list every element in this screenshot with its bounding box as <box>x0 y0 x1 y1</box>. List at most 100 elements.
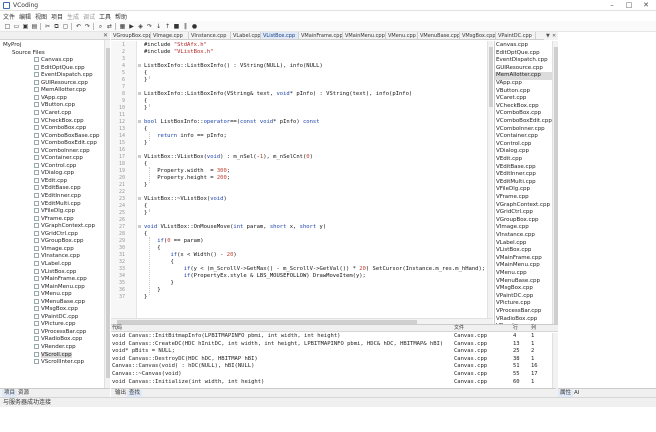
fold-marker-icon[interactable]: ⊟ <box>137 225 142 230</box>
find-icon[interactable]: ⌕ <box>97 23 104 30</box>
tab-vmainframe-cpp[interactable]: VMainFrame.cpp <box>299 32 343 39</box>
tree-file-item[interactable]: VFrame.cpp <box>34 215 74 224</box>
open-file-item[interactable]: VButton.cpp <box>495 88 552 96</box>
open-file-item[interactable]: VMenu.cpp <box>495 270 552 278</box>
run-icon[interactable]: ▶ <box>128 23 135 30</box>
tree-file-item[interactable]: VEditInner.cpp <box>34 193 81 201</box>
tab-vmainmenu-cpp[interactable]: VMainMenu.cpp <box>343 32 386 39</box>
open-file-item[interactable]: VMainMenu.cpp <box>495 262 552 270</box>
find-results-scrollbar[interactable] <box>552 333 558 389</box>
open-file-item[interactable]: VMainFrame.cpp <box>495 255 552 263</box>
tree-file-item[interactable]: VScrollInter.cpp <box>34 359 84 367</box>
right-tab-2[interactable]: AI <box>572 390 581 397</box>
tab-list-icon[interactable]: ▼ <box>546 32 550 40</box>
menu-item-4[interactable]: 项目 <box>51 12 63 21</box>
tree-file-item[interactable]: VListBox.cpp <box>34 268 76 277</box>
step-out-icon[interactable]: ↑ <box>164 23 171 30</box>
undo-icon[interactable]: ↶ <box>75 23 82 30</box>
fold-marker-icon[interactable]: ⊟ <box>137 92 142 97</box>
tab-vpaintdc-cpp[interactable]: VPaintDC.cpp <box>496 32 536 39</box>
open-file-item[interactable]: VFileDlg.cpp <box>495 186 552 194</box>
find-column-header[interactable]: 行 <box>513 325 518 332</box>
tree-file-item[interactable]: VEdit.cpp <box>34 177 67 186</box>
open-file-item[interactable]: VEditMulti.cpp <box>495 179 552 187</box>
right-tab-1[interactable]: 属性 <box>558 390 574 397</box>
open-file-item[interactable]: Canvas.cpp <box>495 42 552 50</box>
tree-file-item[interactable]: VRadioBox.cpp <box>34 336 82 344</box>
close-button[interactable]: ✕ <box>638 0 654 11</box>
find-result-row[interactable]: void Canvas::InitBitmapInfo(LPBITMAPINFO… <box>111 333 558 340</box>
tree-file-item[interactable]: VComboInner.cpp <box>34 147 90 156</box>
open-file-item[interactable]: VContainer.cpp <box>495 133 552 141</box>
tab-vlabel-cpp[interactable]: VLabel.cpp <box>231 32 261 39</box>
tree-file-item[interactable]: VGridCtrl.cpp <box>34 230 78 239</box>
menu-item-8[interactable]: 帮助 <box>115 12 127 21</box>
menu-item-3[interactable]: 视图 <box>35 12 47 21</box>
tree-file-item[interactable]: VGroupBox.cpp <box>34 238 84 246</box>
tree-file-item[interactable]: VMenu.cpp <box>34 291 72 299</box>
debug-icon[interactable]: ◈ <box>137 23 144 30</box>
open-file-item[interactable]: VControl.cpp <box>495 141 552 149</box>
close-icon[interactable]: ✕ <box>103 32 108 40</box>
find-result-row[interactable]: void* pBits = NULL; Canvas.cpp 25 2 <box>111 348 558 355</box>
tree-file-item[interactable]: VComboBoxEdit.cpp <box>34 140 97 148</box>
open-file-item[interactable]: VImage.cpp <box>495 224 552 232</box>
open-file-item[interactable]: VDialog.cpp <box>495 148 552 156</box>
tree-file-item[interactable]: VInstance.cpp <box>34 253 80 261</box>
left-tab-2[interactable]: 资源 <box>16 390 31 397</box>
tree-file-item[interactable]: VCheckBox.cpp <box>34 117 84 126</box>
maximize-button[interactable]: □ <box>621 0 637 11</box>
open-file-item[interactable]: VLabel.cpp <box>495 240 552 248</box>
open-folder-icon[interactable]: ▭ <box>13 23 20 30</box>
scrollbar-thumb[interactable] <box>106 48 110 378</box>
tree-folder[interactable]: Source Files <box>12 50 45 58</box>
tree-file-item[interactable]: VProcessBar.cpp <box>34 328 86 337</box>
open-file-item[interactable]: VInstance.cpp <box>495 232 552 240</box>
step-into-icon[interactable]: ↓ <box>155 23 162 30</box>
find-result-row[interactable]: void Canvas::DestroyDC(HDC hDC, HBITMAP … <box>111 356 558 363</box>
fold-marker-icon[interactable]: ⊟ <box>137 155 142 160</box>
tree-file-item[interactable]: VComboBoxBase.cpp <box>34 132 100 141</box>
tree-file-item[interactable]: VApp.cpp <box>34 94 67 103</box>
fold-marker-icon[interactable]: ⊟ <box>137 197 142 202</box>
tree-root[interactable]: MyProj <box>3 42 21 50</box>
minimize-button[interactable]: – <box>604 0 620 11</box>
find-result-row[interactable]: Canvas::Canvas(void) : hDC(NULL), hBI(NU… <box>111 363 558 370</box>
open-file-item[interactable]: VEdit.cpp <box>495 156 552 164</box>
open-file-item[interactable]: VComboBox.cpp <box>495 110 552 118</box>
tree-file-item[interactable]: VComboBox.cpp <box>34 125 86 133</box>
scrollbar-thumb[interactable] <box>489 47 493 107</box>
open-file-item[interactable]: VMsgBox.cpp <box>495 285 552 293</box>
bottom-tab-2[interactable]: 查找 <box>127 390 143 397</box>
code-editor[interactable]: 1 2 3 4 5 6 7 8 9 10 11 12 13 14 15 16 17 18 19 20 21 22 23 24 2… <box>111 41 493 318</box>
open-file-item[interactable]: VRadioBox.cpp <box>495 316 552 324</box>
stop-icon[interactable]: ■ <box>173 23 180 30</box>
fold-marker-icon[interactable]: ⊟ <box>137 120 142 125</box>
tree-file-item[interactable]: Canvas.cpp <box>34 57 73 65</box>
paste-icon[interactable]: ▢ <box>62 23 69 30</box>
tree-file-item[interactable]: VFileDlg.cpp <box>34 208 75 216</box>
tab-vimage-cpp[interactable]: VImage.cpp <box>151 32 189 39</box>
menu-item-2[interactable]: 编辑 <box>19 12 31 21</box>
find-result-row[interactable]: Canvas::~Canvas(void) Canvas.cpp 55 17 <box>111 371 558 378</box>
tree-file-item[interactable]: VMenuBase.cpp <box>34 298 85 307</box>
open-file-item[interactable]: VGroupBox.cpp <box>495 217 552 225</box>
save-icon[interactable]: ▣ <box>22 23 29 30</box>
fold-marker-icon[interactable]: ⊟ <box>137 64 142 69</box>
tab-vmsgbox-cpp[interactable]: VMsgBox.cpp <box>460 32 496 39</box>
tab-vinstance-cpp[interactable]: VInstance.cpp <box>189 32 231 39</box>
copy-icon[interactable]: ⧉ <box>53 23 60 30</box>
tab-close-icon[interactable]: ✕ <box>552 32 556 40</box>
open-file-item[interactable]: GUIResource.cpp <box>495 65 552 73</box>
find-result-row[interactable]: void Canvas::Initialize(int width, int h… <box>111 379 558 386</box>
tree-file-item[interactable]: MemAllotter.cpp <box>34 87 86 95</box>
open-file-item[interactable]: EditOptQue.cpp <box>495 50 552 58</box>
open-file-item[interactable]: VApp.cpp <box>495 80 552 88</box>
tab-vlistbox-cpp[interactable]: VListBox.cpp <box>261 32 299 39</box>
tree-file-item[interactable]: VContainer.cpp <box>34 155 83 163</box>
open-file-item[interactable]: VEditBase.cpp <box>495 164 552 172</box>
open-file-item[interactable]: VGridCtrl.cpp <box>495 209 552 217</box>
open-file-item[interactable]: VPicture.cpp <box>495 300 552 308</box>
tree-file-item[interactable]: VLabel.cpp <box>34 260 71 269</box>
open-file-item[interactable]: VEditInner.cpp <box>495 171 552 179</box>
